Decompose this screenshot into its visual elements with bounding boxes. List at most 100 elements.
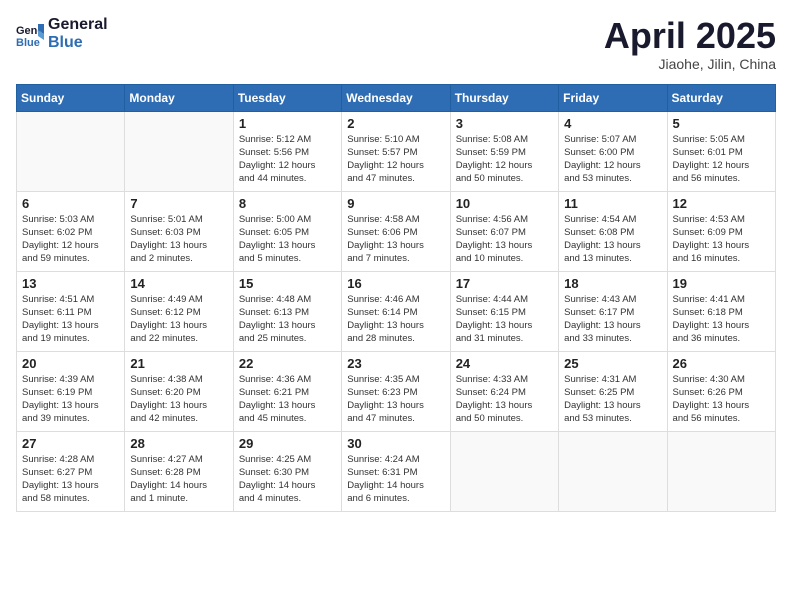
day-info: Sunrise: 4:41 AM Sunset: 6:18 PM Dayligh… — [673, 293, 770, 346]
day-info: Sunrise: 4:49 AM Sunset: 6:12 PM Dayligh… — [130, 293, 227, 346]
week-row-4: 20Sunrise: 4:39 AM Sunset: 6:19 PM Dayli… — [17, 351, 776, 431]
day-number: 28 — [130, 436, 227, 451]
day-info: Sunrise: 4:43 AM Sunset: 6:17 PM Dayligh… — [564, 293, 661, 346]
week-row-1: 1 Sunrise: 5:12 AM Sunset: 5:56 PM Daylig… — [17, 111, 776, 191]
day-number: 20 — [22, 356, 119, 371]
logo-icon: General Blue — [16, 20, 44, 48]
calendar-cell — [125, 111, 233, 191]
day-number: 4 — [564, 116, 661, 131]
weekday-header-sunday: Sunday — [17, 84, 125, 111]
day-number: 27 — [22, 436, 119, 451]
calendar-cell: 5Sunrise: 5:05 AM Sunset: 6:01 PM Daylig… — [667, 111, 775, 191]
day-info: Sunrise: 5:00 AM Sunset: 6:05 PM Dayligh… — [239, 213, 336, 266]
day-number: 10 — [456, 196, 553, 211]
day-number: 25 — [564, 356, 661, 371]
calendar-cell: 24 Sunrise: 4:33 AM Sunset: 6:24 PM Dayli… — [450, 351, 558, 431]
day-number: 21 — [130, 356, 227, 371]
calendar-cell — [450, 431, 558, 511]
day-number: 13 — [22, 276, 119, 291]
calendar-cell: 20Sunrise: 4:39 AM Sunset: 6:19 PM Dayli… — [17, 351, 125, 431]
title-area: April 2025 Jiaohe, Jilin, China — [604, 16, 776, 72]
day-info: Sunrise: 4:38 AM Sunset: 6:20 PM Dayligh… — [130, 373, 227, 426]
day-info: Sunrise: 4:46 AM Sunset: 6:14 PM Dayligh… — [347, 293, 444, 346]
location: Jiaohe, Jilin, China — [604, 56, 776, 72]
day-info: Sunrise: 4:35 AM Sunset: 6:23 PM Dayligh… — [347, 373, 444, 426]
weekday-header-monday: Monday — [125, 84, 233, 111]
calendar-cell: 6Sunrise: 5:03 AM Sunset: 6:02 PM Daylig… — [17, 191, 125, 271]
day-number: 3 — [456, 116, 553, 131]
day-number: 2 — [347, 116, 444, 131]
calendar-cell — [667, 431, 775, 511]
day-info: Sunrise: 4:31 AM Sunset: 6:25 PM Dayligh… — [564, 373, 661, 426]
day-info: Sunrise: 5:12 AM Sunset: 5:56 PM Dayligh… — [239, 133, 336, 186]
calendar-cell: 2Sunrise: 5:10 AM Sunset: 5:57 PM Daylig… — [342, 111, 450, 191]
weekday-header-wednesday: Wednesday — [342, 84, 450, 111]
day-info: Sunrise: 5:08 AM Sunset: 5:59 PM Dayligh… — [456, 133, 553, 186]
day-number: 22 — [239, 356, 336, 371]
day-info: Sunrise: 4:24 AM Sunset: 6:31 PM Dayligh… — [347, 453, 444, 506]
calendar-cell: 21 Sunrise: 4:38 AM Sunset: 6:20 PM Dayli… — [125, 351, 233, 431]
calendar-cell: 3 Sunrise: 5:08 AM Sunset: 5:59 PM Daylig… — [450, 111, 558, 191]
calendar-cell: 12 Sunrise: 4:53 AM Sunset: 6:09 PM Dayli… — [667, 191, 775, 271]
logo-general-text: General — [48, 16, 108, 34]
day-number: 7 — [130, 196, 227, 211]
day-number: 29 — [239, 436, 336, 451]
calendar-cell: 18Sunrise: 4:43 AM Sunset: 6:17 PM Dayli… — [559, 271, 667, 351]
calendar-cell: 23Sunrise: 4:35 AM Sunset: 6:23 PM Dayli… — [342, 351, 450, 431]
calendar-cell — [559, 431, 667, 511]
calendar-cell: 17 Sunrise: 4:44 AM Sunset: 6:15 PM Dayli… — [450, 271, 558, 351]
calendar-cell: 13 Sunrise: 4:51 AM Sunset: 6:11 PM Dayli… — [17, 271, 125, 351]
calendar-cell: 26 Sunrise: 4:30 AM Sunset: 6:26 PM Dayli… — [667, 351, 775, 431]
week-row-5: 27 Sunrise: 4:28 AM Sunset: 6:27 PM Dayli… — [17, 431, 776, 511]
calendar-cell: 14Sunrise: 4:49 AM Sunset: 6:12 PM Dayli… — [125, 271, 233, 351]
day-number: 8 — [239, 196, 336, 211]
week-row-3: 13 Sunrise: 4:51 AM Sunset: 6:11 PM Dayli… — [17, 271, 776, 351]
day-info: Sunrise: 4:53 AM Sunset: 6:09 PM Dayligh… — [673, 213, 770, 266]
calendar-cell: 8 Sunrise: 5:00 AM Sunset: 6:05 PM Daylig… — [233, 191, 341, 271]
page-header: General Blue General Blue April 2025 Jia… — [16, 16, 776, 72]
calendar-cell: 19Sunrise: 4:41 AM Sunset: 6:18 PM Dayli… — [667, 271, 775, 351]
day-number: 30 — [347, 436, 444, 451]
day-info: Sunrise: 4:30 AM Sunset: 6:26 PM Dayligh… — [673, 373, 770, 426]
day-info: Sunrise: 4:28 AM Sunset: 6:27 PM Dayligh… — [22, 453, 119, 506]
calendar-cell: 27 Sunrise: 4:28 AM Sunset: 6:27 PM Dayli… — [17, 431, 125, 511]
day-number: 26 — [673, 356, 770, 371]
logo-blue-text: Blue — [48, 34, 108, 52]
calendar-cell: 16 Sunrise: 4:46 AM Sunset: 6:14 PM Dayli… — [342, 271, 450, 351]
weekday-header-row: SundayMondayTuesdayWednesdayThursdayFrid… — [17, 84, 776, 111]
day-number: 6 — [22, 196, 119, 211]
weekday-header-thursday: Thursday — [450, 84, 558, 111]
week-row-2: 6Sunrise: 5:03 AM Sunset: 6:02 PM Daylig… — [17, 191, 776, 271]
day-info: Sunrise: 5:07 AM Sunset: 6:00 PM Dayligh… — [564, 133, 661, 186]
calendar-cell — [17, 111, 125, 191]
month-title: April 2025 — [604, 16, 776, 56]
svg-text:Blue: Blue — [16, 37, 40, 48]
calendar-cell: 11Sunrise: 4:54 AM Sunset: 6:08 PM Dayli… — [559, 191, 667, 271]
calendar-cell: 22Sunrise: 4:36 AM Sunset: 6:21 PM Dayli… — [233, 351, 341, 431]
day-info: Sunrise: 4:51 AM Sunset: 6:11 PM Dayligh… — [22, 293, 119, 346]
day-number: 1 — [239, 116, 336, 131]
day-number: 17 — [456, 276, 553, 291]
day-info: Sunrise: 4:25 AM Sunset: 6:30 PM Dayligh… — [239, 453, 336, 506]
calendar-cell: 15 Sunrise: 4:48 AM Sunset: 6:13 PM Dayli… — [233, 271, 341, 351]
calendar-cell: 7 Sunrise: 5:01 AM Sunset: 6:03 PM Daylig… — [125, 191, 233, 271]
calendar-cell: 9Sunrise: 4:58 AM Sunset: 6:06 PM Daylig… — [342, 191, 450, 271]
day-number: 11 — [564, 196, 661, 211]
day-number: 24 — [456, 356, 553, 371]
day-info: Sunrise: 4:27 AM Sunset: 6:28 PM Dayligh… — [130, 453, 227, 506]
calendar-cell: 10 Sunrise: 4:56 AM Sunset: 6:07 PM Dayli… — [450, 191, 558, 271]
day-info: Sunrise: 4:44 AM Sunset: 6:15 PM Dayligh… — [456, 293, 553, 346]
weekday-header-saturday: Saturday — [667, 84, 775, 111]
day-number: 12 — [673, 196, 770, 211]
weekday-header-friday: Friday — [559, 84, 667, 111]
day-info: Sunrise: 5:05 AM Sunset: 6:01 PM Dayligh… — [673, 133, 770, 186]
day-info: Sunrise: 5:01 AM Sunset: 6:03 PM Dayligh… — [130, 213, 227, 266]
day-info: Sunrise: 4:48 AM Sunset: 6:13 PM Dayligh… — [239, 293, 336, 346]
calendar-cell: 4 Sunrise: 5:07 AM Sunset: 6:00 PM Daylig… — [559, 111, 667, 191]
day-info: Sunrise: 4:56 AM Sunset: 6:07 PM Dayligh… — [456, 213, 553, 266]
day-number: 16 — [347, 276, 444, 291]
calendar-cell: 30 Sunrise: 4:24 AM Sunset: 6:31 PM Dayli… — [342, 431, 450, 511]
day-number: 15 — [239, 276, 336, 291]
day-info: Sunrise: 4:33 AM Sunset: 6:24 PM Dayligh… — [456, 373, 553, 426]
calendar-cell: 29 Sunrise: 4:25 AM Sunset: 6:30 PM Dayli… — [233, 431, 341, 511]
